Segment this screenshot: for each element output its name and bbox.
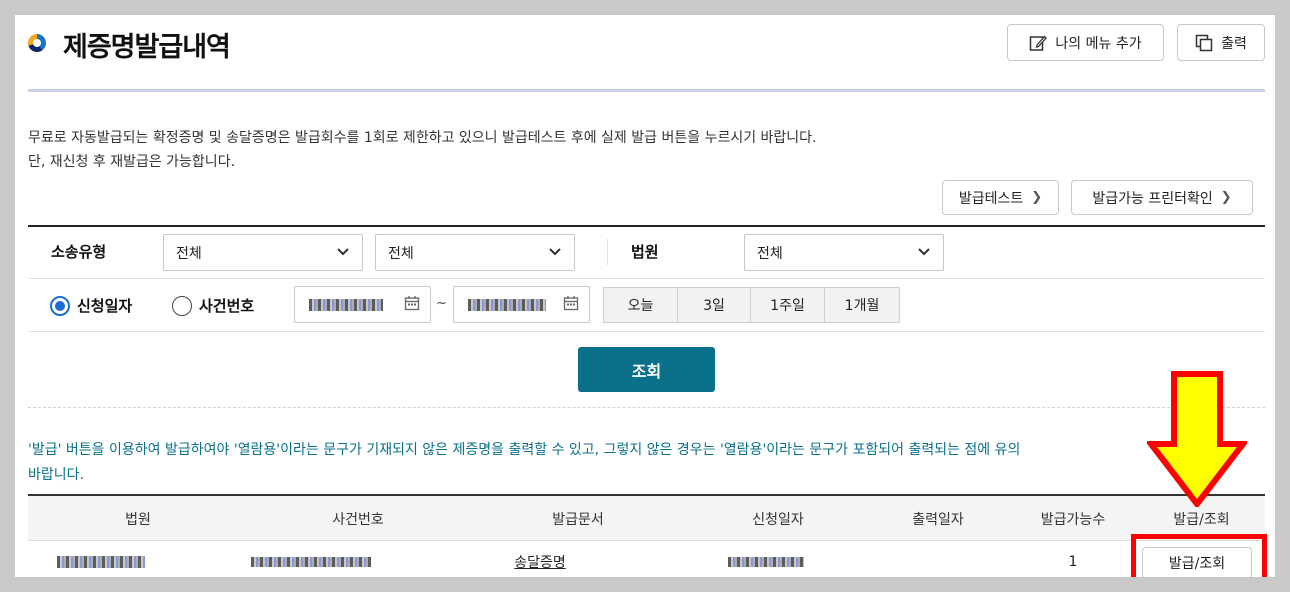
chevron-right-icon: ❯ <box>1220 190 1232 205</box>
column-header-available-count: 발급가능수 <box>1040 511 1106 528</box>
highlight-box <box>1131 534 1267 577</box>
start-date-input[interactable] <box>294 286 431 323</box>
table-row-case-number <box>248 542 373 577</box>
case-type-select-2[interactable]: 전체 <box>375 234 575 271</box>
issue-test-label: 발급테스트 <box>958 190 1024 207</box>
redacted-case-number <box>250 557 371 567</box>
end-date-input[interactable] <box>453 286 590 323</box>
add-my-menu-label: 나의 메뉴 추가 <box>1055 35 1142 52</box>
filter-separator <box>607 239 608 265</box>
issue-test-button[interactable]: 발급테스트 ❯ <box>942 180 1059 215</box>
printer-check-button[interactable]: 발급가능 프린터확인 ❯ <box>1071 180 1253 215</box>
case-type-select-2-value: 전체 <box>388 245 414 262</box>
case-type-label: 소송유형 <box>51 243 107 261</box>
chevron-down-icon <box>336 245 350 261</box>
chevron-down-icon <box>917 245 931 261</box>
section-dotted-divider <box>28 407 1265 408</box>
print-info-notice: '발급' 버튼을 이용하여 발급하여야 '열람용'이라는 문구가 기재되지 않은… <box>28 438 1178 488</box>
table-row-available-count: 1 <box>1068 554 1078 570</box>
date-range-separator: ~ <box>436 296 447 311</box>
court-select-value: 전체 <box>757 245 783 262</box>
radio-selected-icon <box>50 295 70 316</box>
print-button[interactable]: 출력 <box>1177 24 1265 61</box>
printer-check-label: 발급가능 프린터확인 <box>1092 190 1213 207</box>
radio-unselected-icon <box>172 295 192 316</box>
quick-range-group: 오늘 3일 1주일 1개월 <box>603 287 900 323</box>
table-header: 법원 사건번호 발급문서 신청일자 출력일자 발급가능수 발급/조회 <box>28 496 1265 541</box>
range-1month-button[interactable]: 1개월 <box>825 288 899 322</box>
print-label: 출력 <box>1221 35 1247 52</box>
table-row-document[interactable]: 송달증명 <box>468 542 612 577</box>
filter-bottom-divider <box>28 331 1265 332</box>
page-title: 제증명발급내역 <box>63 32 231 63</box>
document-link[interactable]: 송달증명 <box>514 552 566 572</box>
column-header-case-number: 사건번호 <box>332 511 384 528</box>
header-divider <box>28 89 1265 92</box>
filter-row-divider <box>28 278 1265 279</box>
print-info-line-1: '발급' 버튼을 이용하여 발급하여야 '열람용'이라는 문구가 기재되지 않은… <box>28 442 1021 458</box>
range-today-button[interactable]: 오늘 <box>604 288 678 322</box>
edit-icon <box>1029 34 1048 52</box>
add-my-menu-button[interactable]: 나의 메뉴 추가 <box>1007 24 1164 61</box>
redacted-application-date <box>728 557 804 567</box>
radio-application-date-label: 신청일자 <box>77 297 133 315</box>
radio-case-number[interactable]: 사건번호 <box>172 295 254 316</box>
search-button[interactable]: 조회 <box>578 347 715 392</box>
print-icon <box>1195 34 1213 52</box>
radio-application-date[interactable]: 신청일자 <box>50 295 132 316</box>
court-label: 법원 <box>631 243 659 261</box>
case-type-select-1[interactable]: 전체 <box>163 234 363 271</box>
table-row-court <box>28 542 173 577</box>
court-select[interactable]: 전체 <box>744 234 944 271</box>
chevron-right-icon: ❯ <box>1031 190 1043 205</box>
range-1week-button[interactable]: 1주일 <box>751 288 825 322</box>
calendar-icon[interactable] <box>404 295 420 315</box>
range-3days-button[interactable]: 3일 <box>678 288 751 322</box>
chevron-down-icon <box>548 245 562 261</box>
title-logo-icon <box>28 34 46 52</box>
redacted-court <box>56 556 145 568</box>
column-header-document: 발급문서 <box>552 511 604 528</box>
print-info-line-2: 바랍니다. <box>28 467 84 483</box>
column-header-court: 법원 <box>125 511 151 528</box>
radio-case-number-label: 사건번호 <box>199 297 255 315</box>
redacted-start-date <box>309 298 383 311</box>
filter-top-border <box>28 225 1265 227</box>
column-header-print-date: 출력일자 <box>912 511 964 528</box>
issue-notice: 무료로 자동발급되는 확정증명 및 송달증명은 발급회수를 1회로 제한하고 있… <box>28 126 817 174</box>
page-panel: 제증명발급내역 나의 메뉴 추가 출력 무료로 자동발급되는 확정증명 및 송달… <box>15 15 1275 577</box>
calendar-icon[interactable] <box>563 295 579 315</box>
notice-line-2: 단, 재신청 후 재발급은 가능합니다. <box>28 154 236 170</box>
notice-line-1: 무료로 자동발급되는 확정증명 및 송달증명은 발급회수를 1회로 제한하고 있… <box>28 130 817 146</box>
table-row-application-date <box>708 542 824 577</box>
highlight-arrow-icon <box>1147 371 1247 507</box>
redacted-end-date <box>468 298 546 311</box>
case-type-select-1-value: 전체 <box>176 245 202 262</box>
column-header-application-date: 신청일자 <box>752 511 804 528</box>
